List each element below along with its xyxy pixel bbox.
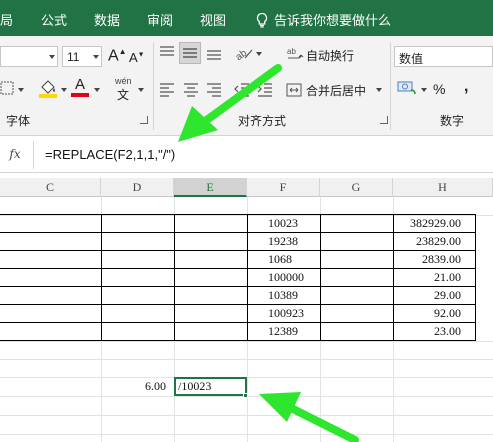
alignment-dialog-launcher-icon[interactable] (380, 116, 388, 124)
formula-bar-divider (33, 141, 34, 169)
column-header-h[interactable]: H (393, 178, 493, 197)
table-cell-h[interactable]: 21.00 (394, 268, 461, 286)
merge-center-label: 合并后居中 (306, 84, 367, 98)
column-header-f[interactable]: F (247, 178, 320, 197)
wrap-text-label: 自动换行 (306, 49, 355, 63)
lightbulb-icon (256, 12, 268, 28)
table-border (174, 214, 175, 341)
font-grow-button[interactable]: A▲ (108, 47, 127, 65)
number-format-value: 数值 (399, 52, 424, 66)
phonetic-guide-button[interactable]: wén 文 (114, 76, 136, 102)
chevron-down-icon (376, 88, 382, 92)
comma-style-button[interactable]: , (464, 78, 468, 96)
menu-item-formulas[interactable]: 公式 (41, 10, 67, 29)
tell-me-box[interactable]: 告诉我你想要做什么 (255, 10, 391, 29)
table-cell-f[interactable]: 10023 (268, 214, 298, 232)
font-size-select[interactable]: 11 (62, 46, 102, 67)
menu-item-review[interactable]: 审阅 (147, 10, 173, 29)
chevron-down-icon (94, 88, 100, 92)
svg-text:ab: ab (287, 47, 296, 56)
table-cell-h[interactable]: 92.00 (394, 304, 461, 322)
table-cell-h[interactable]: 2839.00 (394, 250, 461, 268)
table-border (101, 214, 102, 341)
menu-bar: 局 公式 数据 审阅 视图 告诉我你想要做什么 (0, 0, 493, 36)
chevron-down-icon (138, 88, 144, 92)
align-top-icon[interactable] (158, 45, 176, 61)
fill-handle[interactable] (243, 393, 248, 398)
font-size-value: 11 (67, 50, 80, 64)
font-color-swatch (71, 93, 89, 97)
chevron-down-icon (18, 88, 24, 92)
arrow-annotation-icon (259, 392, 359, 442)
table-cell-f[interactable]: 10389 (268, 286, 298, 304)
font-color-letter: A (75, 76, 86, 93)
table-border (0, 340, 476, 341)
font-name-select[interactable] (0, 46, 58, 67)
formula-input[interactable]: =REPLACE(F2,1,1,"/") (45, 147, 175, 162)
cell-d-value[interactable]: 6.00 (102, 377, 166, 395)
column-headers: C D E F G H (0, 178, 493, 197)
table-cell-f[interactable]: 100923 (268, 304, 304, 322)
wrap-text-button[interactable]: ab 自动换行 (286, 46, 356, 64)
table-cell-h[interactable]: 23.00 (394, 322, 461, 340)
borders-icon[interactable] (0, 81, 14, 95)
menu-item-layout[interactable]: 局 (0, 10, 13, 29)
column-header-d[interactable]: D (101, 178, 174, 197)
insert-function-button[interactable]: fx (4, 143, 26, 165)
menu-item-view[interactable]: 视图 (200, 10, 226, 29)
number-group-label: 数字 (440, 114, 465, 128)
font-color-button[interactable]: A (71, 76, 89, 98)
accounting-format-icon[interactable] (397, 79, 419, 97)
font-shrink-button[interactable]: A▼ (129, 50, 145, 65)
column-header-c[interactable]: C (0, 178, 101, 197)
phonetic-label: wén (115, 76, 132, 86)
chevron-down-icon (256, 52, 262, 56)
group-separator (153, 42, 154, 130)
table-cell-f[interactable]: 12389 (268, 322, 298, 340)
table-border (247, 214, 248, 341)
column-header-e[interactable]: E (174, 178, 247, 197)
font-grow-label: A (108, 47, 119, 65)
group-separator (390, 42, 391, 130)
align-bottom-icon[interactable] (205, 45, 223, 61)
font-group-label: 字体 (6, 114, 31, 128)
fill-color-icon[interactable] (38, 77, 58, 99)
active-cell-border[interactable] (174, 377, 247, 396)
table-cell-f[interactable]: 100000 (268, 268, 304, 286)
chevron-down-icon (93, 55, 99, 59)
table-cell-h[interactable]: 382929.00 (394, 214, 461, 232)
merge-center-button[interactable]: 合并后居中 (286, 81, 381, 99)
font-shrink-label: A (129, 50, 138, 65)
font-dialog-launcher-icon[interactable] (140, 116, 148, 124)
table-cell-f[interactable]: 19238 (268, 232, 298, 250)
column-header-g[interactable]: G (320, 178, 393, 197)
worksheet-grid[interactable]: 10023 19238 1068 100000 10389 100923 123… (0, 197, 493, 442)
phonetic-char: 文 (117, 88, 130, 102)
table-cell-f[interactable]: 1068 (268, 250, 292, 268)
table-border (320, 214, 321, 341)
table-cell-h[interactable]: 23829.00 (394, 232, 461, 250)
number-format-select[interactable]: 数值 (394, 46, 493, 67)
menu-item-data[interactable]: 数据 (94, 10, 120, 29)
chevron-down-icon (421, 88, 427, 92)
percent-style-button[interactable]: % (433, 81, 445, 97)
chevron-down-icon (61, 88, 67, 92)
table-border (475, 214, 476, 341)
chevron-down-icon (49, 55, 55, 59)
tell-me-text: 告诉我你想要做什么 (274, 13, 392, 28)
arrow-annotation-icon (178, 64, 282, 142)
table-cell-h[interactable]: 29.00 (394, 286, 461, 304)
